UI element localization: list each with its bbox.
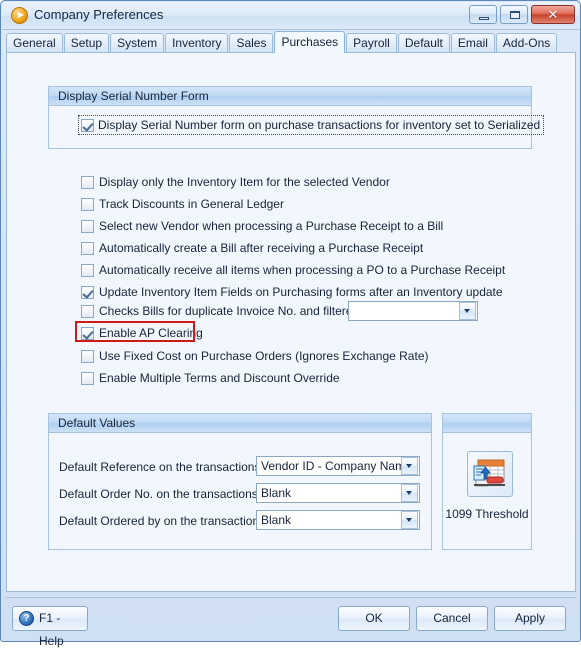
checkbox-label: Select new Vendor when processing a Purc…: [99, 219, 444, 233]
checkbox-label: Enable Multiple Terms and Discount Overr…: [99, 371, 340, 385]
checkbox-enable-ap-clearing[interactable]: Enable AP Clearing: [81, 326, 203, 340]
checkbox-label: Display Serial Number form on purchase t…: [98, 118, 541, 132]
help-button[interactable]: ? F1 - Help: [12, 606, 88, 648]
company-preferences-window: Company Preferences ✕ General Setup Syst…: [0, 0, 581, 648]
checkbox-auto-receive-all-items[interactable]: Automatically receive all items when pro…: [81, 263, 505, 277]
checkbox-label: Track Discounts in General Ledger: [99, 197, 284, 211]
tab-email[interactable]: Email: [450, 33, 495, 53]
cancel-button[interactable]: Cancel: [416, 606, 488, 631]
display-serial-number-group-header: Display Serial Number Form: [49, 87, 531, 106]
help-icon: ?: [19, 611, 34, 626]
label-default-reference: Default Reference on the transactions: [59, 460, 261, 474]
tab-setup[interactable]: Setup: [63, 33, 110, 53]
threshold-group-header: [443, 414, 531, 433]
checkbox-icon-unchecked[interactable]: [81, 371, 94, 385]
app-play-icon: [11, 7, 28, 24]
tab-inventory[interactable]: Inventory: [165, 33, 229, 53]
maximize-button[interactable]: [500, 5, 528, 24]
checkbox-icon-unchecked[interactable]: [81, 219, 94, 233]
default-values-group-header: Default Values: [49, 414, 431, 433]
1099-threshold-button[interactable]: [467, 451, 513, 497]
minimize-icon: [479, 17, 489, 20]
checkbox-icon-checked[interactable]: [81, 118, 94, 132]
window-controls: ✕: [469, 5, 575, 24]
duplicate-invoice-filter-combo[interactable]: [348, 301, 478, 321]
checkbox-use-fixed-cost-purchase-orders[interactable]: Use Fixed Cost on Purchase Orders (Ignor…: [81, 349, 428, 363]
checkbox-display-serial-number-form[interactable]: Display Serial Number form on purchase t…: [77, 115, 545, 135]
tab-sales[interactable]: Sales: [229, 33, 274, 53]
checkbox-label: Update Inventory Item Fields on Purchasi…: [99, 285, 503, 299]
footer-separator: [6, 597, 576, 598]
checkbox-select-new-vendor[interactable]: Select new Vendor when processing a Purc…: [81, 219, 443, 233]
checkbox-track-discounts-general-ledger[interactable]: Track Discounts in General Ledger: [81, 197, 284, 211]
checkbox-auto-create-bill[interactable]: Automatically create a Bill after receiv…: [81, 241, 423, 255]
checkbox-enable-multiple-terms-discount-override[interactable]: Enable Multiple Terms and Discount Overr…: [81, 371, 340, 385]
tab-system[interactable]: System: [110, 33, 165, 53]
checkbox-icon-unchecked[interactable]: [81, 175, 94, 189]
1099-document-icon: [473, 459, 505, 487]
checkbox-update-inventory-item-fields[interactable]: Update Inventory Item Fields on Purchasi…: [81, 285, 503, 299]
checkbox-icon-unchecked[interactable]: [81, 304, 94, 318]
tab-default[interactable]: Default: [397, 33, 450, 53]
label-default-order-no: Default Order No. on the transactions: [59, 487, 258, 501]
checkbox-label: Use Fixed Cost on Purchase Orders (Ignor…: [99, 349, 429, 363]
ok-button[interactable]: OK: [338, 606, 410, 631]
chevron-down-icon[interactable]: [459, 302, 476, 320]
chevron-down-icon[interactable]: [401, 457, 418, 475]
1099-threshold-label: 1099 Threshold: [445, 507, 529, 521]
tab-general[interactable]: General: [6, 33, 63, 53]
tab-add-ons[interactable]: Add-Ons: [495, 33, 558, 53]
chevron-down-icon[interactable]: [401, 511, 418, 529]
checkbox-icon-checked[interactable]: [81, 285, 94, 299]
checkbox-icon-unchecked[interactable]: [81, 241, 94, 255]
checkbox-label: Enable AP Clearing: [99, 326, 203, 340]
label-default-ordered-by: Default Ordered by on the transactions: [59, 514, 266, 528]
checkbox-icon-unchecked[interactable]: [81, 263, 94, 277]
maximize-icon: [510, 11, 520, 19]
default-ordered-by-value: Blank: [261, 513, 292, 527]
default-reference-value: Vendor ID - Company Name: [261, 459, 401, 473]
checkbox-label: Checks Bills for duplicate Invoice No. a…: [99, 304, 379, 318]
tab-payroll[interactable]: Payroll: [346, 33, 397, 53]
close-icon: ✕: [547, 7, 559, 22]
title-bar: Company Preferences ✕: [2, 2, 579, 30]
checkbox-check-bills-duplicate-invoice[interactable]: Checks Bills for duplicate Invoice No. a…: [81, 304, 378, 318]
checkbox-icon-unchecked[interactable]: [81, 349, 94, 363]
checkbox-label: Automatically receive all items when pro…: [99, 263, 506, 277]
checkbox-display-only-inventory-item[interactable]: Display only the Inventory Item for the …: [81, 175, 390, 189]
default-reference-combo[interactable]: Vendor ID - Company Name: [256, 456, 420, 476]
window-title: Company Preferences: [34, 7, 164, 22]
tab-purchases[interactable]: Purchases: [274, 31, 346, 53]
apply-button[interactable]: Apply: [494, 606, 566, 631]
default-order-no-combo[interactable]: Blank: [256, 483, 420, 503]
minimize-button[interactable]: [469, 5, 497, 24]
help-button-label: F1 - Help: [39, 611, 64, 648]
checkbox-label: Automatically create a Bill after receiv…: [99, 241, 424, 255]
checkbox-icon-checked[interactable]: [81, 326, 94, 340]
tab-strip: General Setup System Inventory Sales Pur…: [6, 31, 576, 53]
checkbox-label: Display only the Inventory Item for the …: [99, 175, 390, 189]
chevron-down-icon[interactable]: [401, 484, 418, 502]
default-ordered-by-combo[interactable]: Blank: [256, 510, 420, 530]
checkbox-icon-unchecked[interactable]: [81, 197, 94, 211]
close-button[interactable]: ✕: [531, 5, 575, 24]
default-order-no-value: Blank: [261, 486, 292, 500]
